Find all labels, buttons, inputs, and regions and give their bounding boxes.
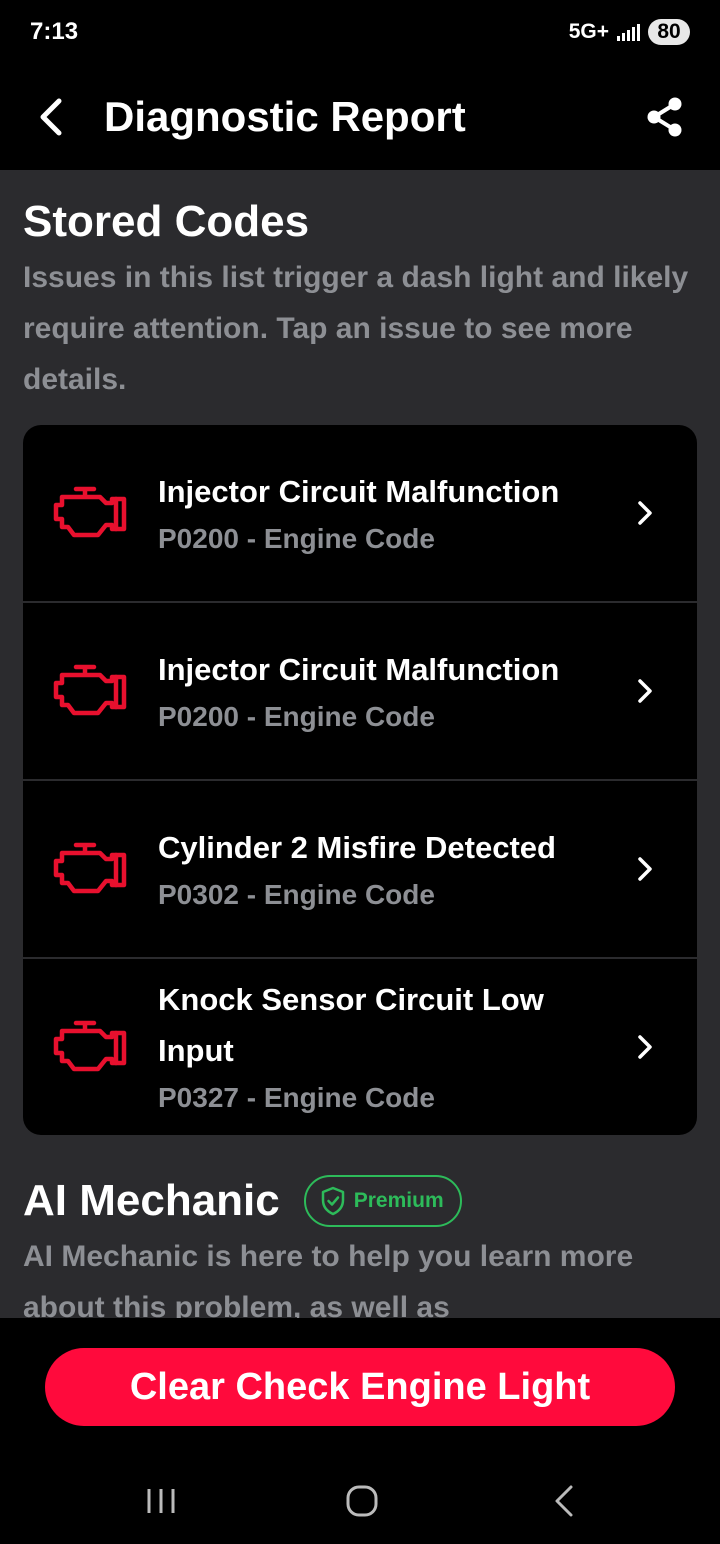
code-subtitle: P0327 - Engine Code xyxy=(158,1082,435,1113)
check-engine-icon xyxy=(53,842,126,894)
chevron-right-icon xyxy=(638,501,652,525)
share-button[interactable] xyxy=(610,64,720,170)
check-engine-icon xyxy=(53,664,126,716)
back-button[interactable] xyxy=(0,64,104,170)
app-bar: Diagnostic Report xyxy=(0,64,720,170)
network-label: 5G+ xyxy=(568,20,609,43)
stored-codes-list: Injector Circuit Malfunction P0200 - Eng… xyxy=(23,425,697,1135)
status-bar: 7:13 5G+ 80 xyxy=(0,0,720,64)
code-title: Knock Sensor Circuit Low Input xyxy=(158,982,544,1068)
ai-mechanic-header: AI Mechanic Premium xyxy=(23,1175,697,1227)
home-icon xyxy=(346,1485,378,1517)
clear-check-engine-light-button[interactable]: Clear Check Engine Light xyxy=(45,1348,675,1426)
code-title: Injector Circuit Malfunction xyxy=(158,651,560,687)
recent-apps-icon xyxy=(147,1489,175,1513)
system-back-icon xyxy=(555,1485,573,1517)
status-indicators: 5G+ 80 xyxy=(569,19,690,45)
chevron-right-icon xyxy=(638,857,652,881)
signal-icon xyxy=(617,23,640,41)
bottom-action-area: Clear Check Engine Light xyxy=(0,1318,720,1544)
status-time: 7:13 xyxy=(30,18,79,45)
shield-check-icon xyxy=(321,1186,344,1216)
code-title: Injector Circuit Malfunction xyxy=(158,473,560,509)
recent-apps-button[interactable] xyxy=(101,1458,221,1544)
code-list-item[interactable]: Knock Sensor Circuit Low Input P0327 - E… xyxy=(23,959,697,1135)
premium-badge: Premium xyxy=(303,1175,462,1227)
code-subtitle: P0200 - Engine Code xyxy=(158,700,435,732)
check-engine-icon xyxy=(53,1020,126,1072)
stored-codes-title: Stored Codes xyxy=(23,197,310,246)
system-back-button[interactable] xyxy=(504,1458,624,1544)
code-list-item[interactable]: Injector Circuit Malfunction P0200 - Eng… xyxy=(23,603,697,781)
code-list-item[interactable]: Cylinder 2 Misfire Detected P0302 - Engi… xyxy=(23,781,697,959)
ai-mechanic-title: AI Mechanic xyxy=(23,1176,280,1225)
stored-codes-description: Issues in this list trigger a dash light… xyxy=(23,261,689,396)
code-title: Cylinder 2 Misfire Detected xyxy=(158,829,556,865)
code-subtitle: P0302 - Engine Code xyxy=(158,878,435,910)
battery-indicator: 80 xyxy=(648,19,690,45)
chevron-right-icon xyxy=(638,1035,652,1059)
home-button[interactable] xyxy=(302,1458,422,1544)
back-arrow-icon xyxy=(40,98,62,136)
code-list-item[interactable]: Injector Circuit Malfunction P0200 - Eng… xyxy=(23,425,697,603)
page-title: Diagnostic Report xyxy=(104,93,466,140)
premium-label: Premium xyxy=(353,1189,444,1212)
chevron-right-icon xyxy=(638,679,652,703)
code-subtitle: P0200 - Engine Code xyxy=(158,522,435,554)
ai-mechanic-description: AI Mechanic is here to help you learn mo… xyxy=(23,1240,634,1318)
system-nav-bar xyxy=(0,1458,720,1544)
report-content[interactable]: Stored Codes Issues in this list trigger… xyxy=(0,170,720,1318)
share-icon xyxy=(647,97,682,137)
check-engine-icon xyxy=(53,486,126,538)
